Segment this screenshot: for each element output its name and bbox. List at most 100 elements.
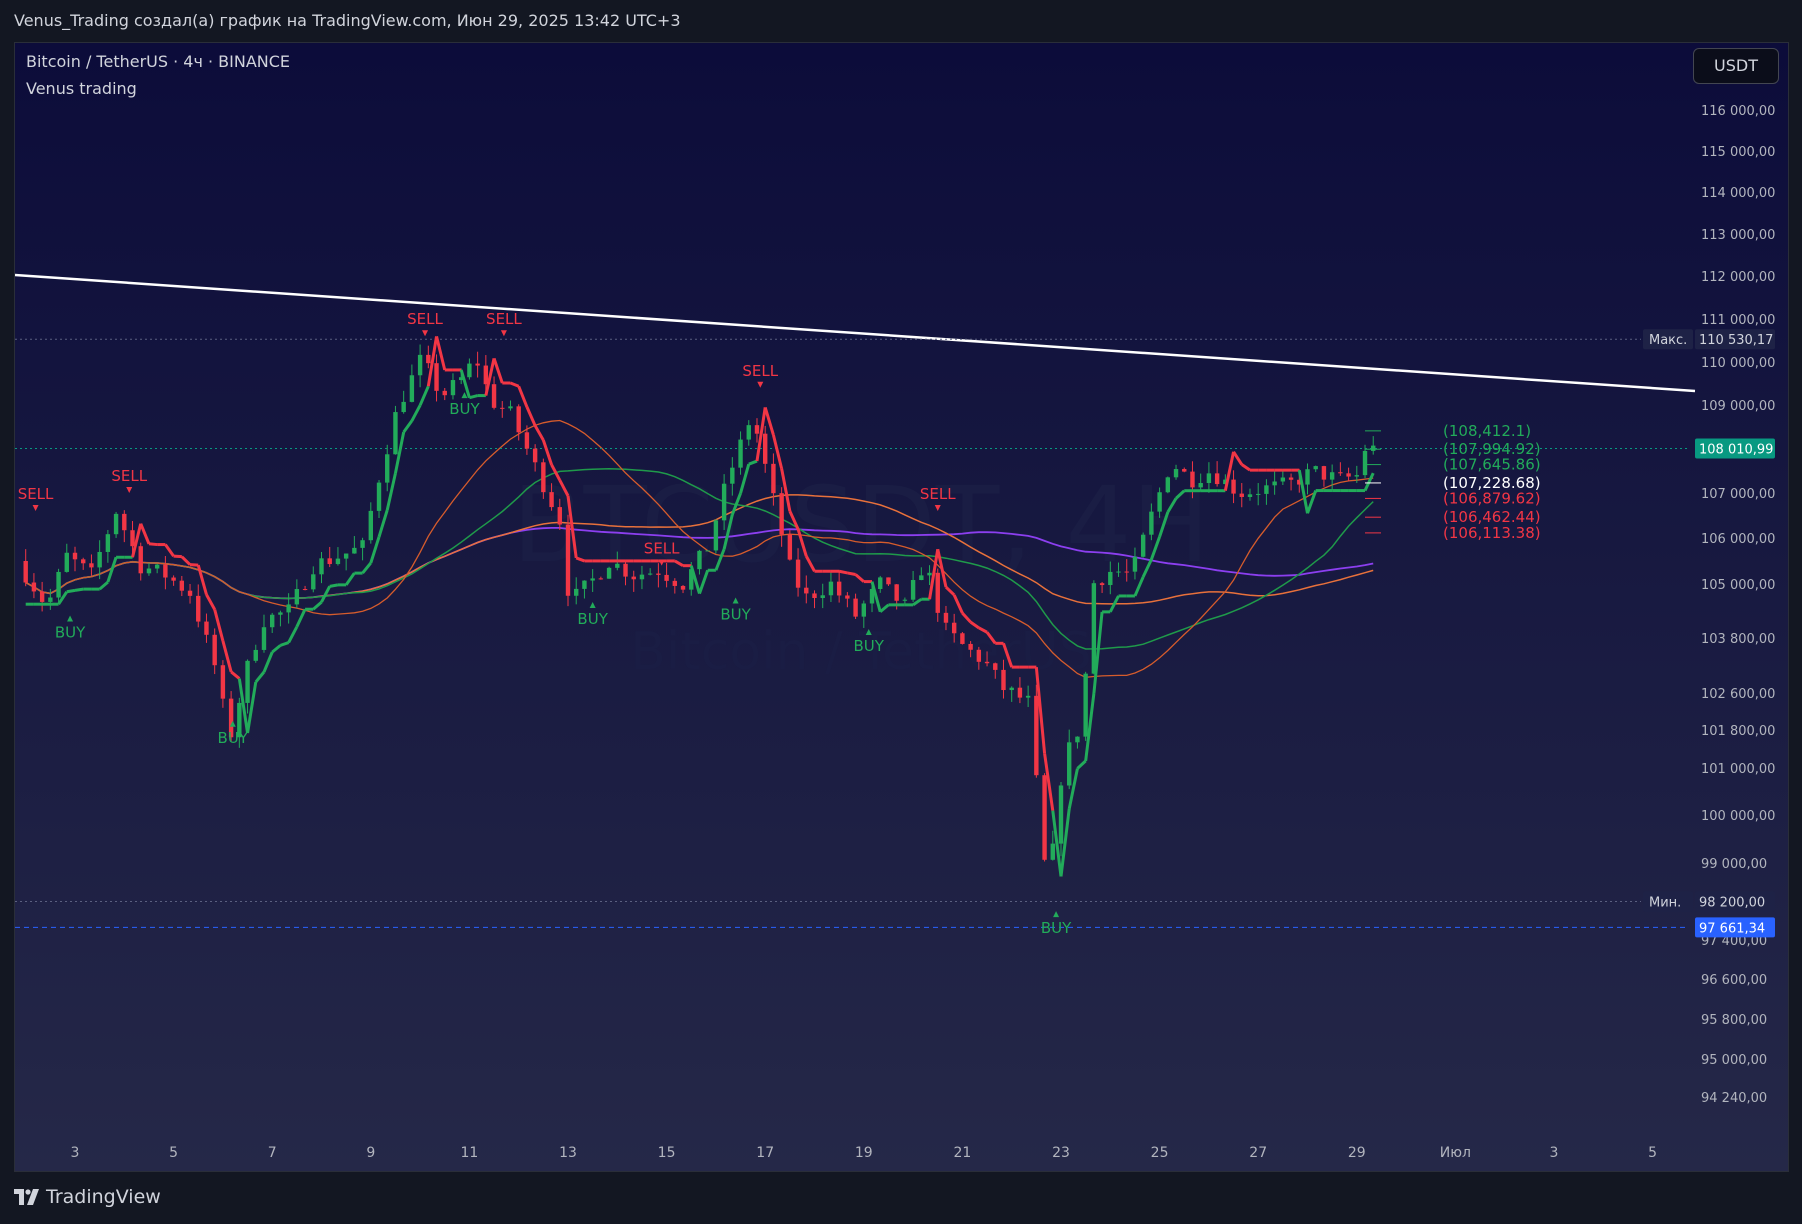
candle-body (549, 492, 554, 508)
buy-signal-label[interactable]: BUY (55, 624, 86, 642)
currency-button[interactable]: USDT (1693, 48, 1779, 84)
buy-signal-label[interactable]: BUY (854, 637, 885, 655)
symbol-title[interactable]: Bitcoin / TetherUS · 4ч · BINANCE (26, 52, 290, 71)
buy-signal-label[interactable]: BUY (577, 610, 608, 628)
indicator-title[interactable]: Venus trading (26, 79, 290, 98)
supertrend-segment (329, 583, 339, 588)
chart-legend: Bitcoin / TetherUS · 4ч · BINANCE Venus … (26, 52, 290, 98)
candle-body (524, 432, 530, 449)
candle-body (409, 375, 415, 402)
candle-down[interactable] (565, 514, 571, 607)
candle-body (81, 559, 86, 564)
candle-body (1165, 477, 1171, 493)
sell-signal-label[interactable]: SELL (18, 485, 54, 503)
sell-signal-label[interactable]: SELL (644, 540, 680, 558)
candle-body (179, 580, 185, 591)
tradingview-logo[interactable]: TradingView (14, 1186, 161, 1208)
price-tick-label: 102 600,00 (1701, 687, 1775, 702)
candle-body (779, 493, 784, 535)
candle-body (1346, 473, 1351, 477)
buy-signal-label[interactable]: BUY (449, 400, 480, 418)
candle-up[interactable] (705, 550, 710, 552)
candle-up[interactable] (1165, 476, 1171, 494)
candle-up[interactable] (393, 405, 398, 455)
candle-body (574, 588, 579, 596)
candle-body (385, 454, 390, 483)
candle-body (1067, 742, 1072, 786)
candle-body (1214, 473, 1220, 485)
candle-body (130, 530, 135, 547)
candle-up[interactable] (713, 519, 719, 554)
candle-body (1329, 472, 1335, 480)
supertrend-segment (74, 587, 84, 592)
supertrend-segment (173, 554, 182, 559)
buy-signal-label[interactable]: BUY (1041, 919, 1072, 937)
date-tick-label: 19 (855, 1145, 873, 1161)
candle-body (376, 482, 382, 511)
candle-body (672, 580, 678, 586)
candle-up[interactable] (113, 511, 119, 538)
candle-body (1305, 469, 1310, 485)
candle-body (565, 524, 571, 596)
candle-body (976, 649, 982, 662)
candle-body (187, 590, 193, 596)
sell-signal-label[interactable]: SELL (407, 310, 443, 328)
sell-signal-label[interactable]: SELL (111, 467, 147, 485)
candle-body (343, 553, 349, 559)
candle-down[interactable] (960, 631, 965, 645)
candle-body (56, 571, 61, 598)
level-label: (106,879.62) (1443, 489, 1541, 507)
sell-signal-label[interactable]: SELL (486, 310, 522, 328)
date-tick-label: 25 (1151, 1145, 1169, 1161)
buy-signal-label[interactable]: BUY (218, 729, 249, 747)
candle-up[interactable] (1083, 671, 1088, 741)
candle-body (582, 580, 587, 589)
candle-body (894, 584, 899, 601)
date-tick-label: 13 (559, 1145, 577, 1161)
chart-area[interactable]: BTCUSDT, 4H Bitcoin / TetherUS 116 000,00 1… (14, 42, 1789, 1172)
candle-up[interactable] (1140, 532, 1146, 558)
date-tick-label: 17 (756, 1145, 774, 1161)
candle-body (853, 598, 858, 617)
sell-signal-label[interactable]: SELL (742, 362, 778, 380)
price-tick-label: 96 600,00 (1701, 973, 1767, 988)
candle-body (1264, 485, 1269, 494)
candle-body (787, 534, 793, 560)
price-tick-label: 114 000,00 (1701, 186, 1775, 201)
candle-up[interactable] (1091, 580, 1097, 675)
candle-up[interactable] (56, 568, 61, 603)
candle-body (204, 621, 209, 635)
date-tick-label: 7 (268, 1145, 277, 1161)
sell-signal-label[interactable]: SELL (920, 485, 956, 503)
candle-down[interactable] (1042, 773, 1047, 862)
price-tick-label: 115 000,00 (1701, 145, 1775, 160)
candle-body (721, 483, 727, 521)
candle-body (163, 564, 168, 578)
date-tick-label: 27 (1249, 1145, 1267, 1161)
candle-down[interactable] (787, 530, 793, 561)
chart-caption-bar: Venus_Trading создал(а) график на Tradin… (0, 0, 1802, 42)
candle-body (1190, 471, 1195, 488)
candle-body (1338, 472, 1343, 474)
buy-signal-label[interactable]: BUY (720, 606, 751, 624)
candle-body (541, 462, 546, 493)
candle-body (713, 520, 719, 551)
date-tick-label: 29 (1348, 1145, 1366, 1161)
tradingview-logo-icon (14, 1189, 39, 1205)
candle-up[interactable] (606, 566, 612, 579)
price-tick-label: 99 000,00 (1701, 857, 1767, 872)
candle-body (1157, 492, 1162, 512)
candle-body (294, 589, 300, 605)
candle-body (878, 577, 883, 589)
candle-body (89, 563, 94, 568)
candle-body (820, 595, 825, 599)
price-chart[interactable]: BTCUSDT, 4HBitcoin / TetherUS116 000,001… (15, 43, 1789, 1172)
supertrend-segment (66, 588, 76, 594)
candle-body (253, 649, 258, 661)
candle-body (286, 604, 291, 613)
candle-body (1058, 785, 1064, 844)
chart-background (15, 43, 1788, 1171)
price-tick-label: 112 000,00 (1701, 270, 1775, 285)
candle-body (795, 559, 801, 588)
candle-body (1042, 775, 1047, 860)
